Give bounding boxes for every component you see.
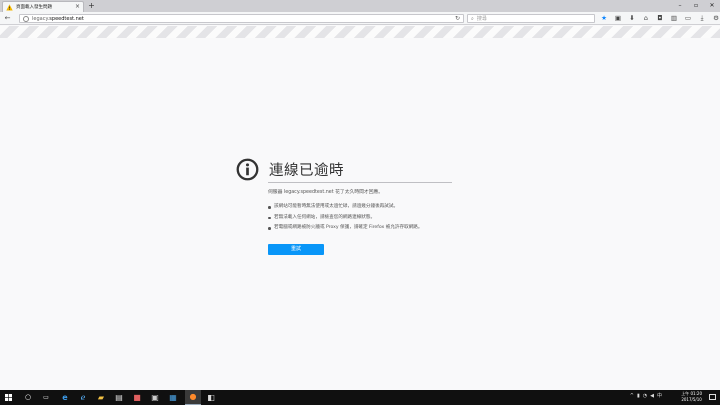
search-bar[interactable]: ⌕ 搜尋 (467, 14, 595, 23)
reload-icon[interactable]: ↻ (455, 15, 460, 23)
url-prefix: legacy. (32, 15, 50, 22)
search-placeholder: 搜尋 (476, 16, 487, 22)
title-divider (268, 182, 452, 183)
bullet-icon (268, 216, 271, 219)
clock-date: 2017/5/10 (681, 397, 702, 402)
system-tray: ^ ▮ ◔ ◀ 中 (630, 392, 662, 400)
synced-tabs-icon[interactable]: ▭ (683, 14, 693, 23)
library-icon[interactable]: ⤓ (697, 14, 707, 23)
tab-close-icon[interactable]: × (75, 4, 80, 10)
notifications-icon[interactable] (709, 394, 716, 400)
tab-strip: 頁面載入發生問題 × + – ▫ ✕ (0, 0, 720, 12)
search-icon: ⌕ (471, 15, 474, 22)
store-icon[interactable]: ▤ (111, 390, 127, 405)
tab-active[interactable]: 頁面載入發生問題 × (2, 1, 84, 12)
clipboard-icon[interactable]: ▣ (613, 14, 623, 23)
bullet-icon (268, 227, 271, 230)
ie-icon[interactable]: ℯ (75, 390, 91, 405)
error-header: 連線已逾時 (236, 158, 456, 181)
app-icon[interactable]: ■ (129, 390, 145, 405)
toolbar-icons: ★ ▣ ⬇ ⌂ ◘ ▥ ▭ ⤓ ⚙ ≡ (599, 14, 720, 23)
url-domain: speedtest.net (49, 15, 84, 22)
warning-icon (6, 3, 13, 11)
firefox-taskbar-icon[interactable]: ● (185, 390, 201, 405)
list-item: 該網站可能暫時無法使用或太過忙碌，請過幾分鐘後再試試。 (268, 202, 468, 213)
download-icon[interactable]: ⬇ (627, 14, 637, 23)
home-icon[interactable]: ⌂ (641, 14, 651, 23)
error-description: 伺服器 legacy.speedtest.net 花了太久時間才回應。 (268, 190, 384, 195)
suggestion-text: 若電腦或網路被防火牆或 Proxy 保護，請確定 Firefox 被允許存取網路… (274, 225, 423, 230)
pocket-icon[interactable]: ◘ (655, 14, 665, 23)
app-icon[interactable]: ▣ (147, 390, 163, 405)
settings-icon[interactable]: ⚙ (711, 14, 720, 23)
ime-icon[interactable]: 中 (657, 392, 662, 399)
volume-icon[interactable]: ◀ (650, 393, 654, 399)
error-suggestions: 該網站可能暫時無法使用或太過忙碌，請過幾分鐘後再試試。 若無法載入任何網站，請檢… (268, 202, 468, 234)
search-taskbar-icon[interactable]: ○ (20, 390, 36, 405)
list-item: 若無法載入任何網站，請檢查您的網路連線狀態。 (268, 213, 468, 224)
network-icon[interactable]: ◔ (643, 393, 647, 399)
app-icon[interactable]: ◧ (203, 390, 219, 405)
bookmarks-icon[interactable]: ▥ (669, 14, 679, 23)
star-icon[interactable]: ★ (599, 14, 609, 23)
url-text: legacy.speedtest.net (32, 16, 84, 22)
clock[interactable]: 上午 01:20 2017/5/10 (681, 391, 702, 403)
close-window-button[interactable]: ✕ (704, 0, 720, 11)
retry-button[interactable]: 重試 (268, 244, 324, 255)
warning-stripes (0, 26, 720, 38)
task-view-icon[interactable]: ▭ (38, 390, 54, 405)
edge-icon[interactable]: e (57, 390, 73, 405)
battery-icon[interactable]: ▮ (637, 393, 640, 399)
start-button[interactable] (0, 390, 16, 405)
suggestion-text: 若無法載入任何網站，請檢查您的網路連線狀態。 (274, 214, 376, 220)
error-panel: 連線已逾時 伺服器 legacy.speedtest.net 花了太久時間才回應… (236, 158, 456, 255)
chevron-up-icon[interactable]: ^ (630, 393, 634, 399)
maximize-button[interactable]: ▫ (688, 0, 704, 11)
info-icon (236, 158, 259, 181)
app-icon[interactable]: ▦ (165, 390, 181, 405)
error-body: 伺服器 legacy.speedtest.net 花了太久時間才回應。 該網站可… (268, 188, 468, 234)
bullet-icon (268, 206, 271, 209)
url-bar[interactable]: legacy.speedtest.net ↻ (19, 14, 464, 23)
minimize-button[interactable]: – (672, 0, 688, 11)
suggestion-text: 該網站可能暫時無法使用或太過忙碌，請過幾分鐘後再試試。 (274, 204, 399, 209)
list-item: 若電腦或網路被防火牆或 Proxy 保護，請確定 Firefox 被允許存取網路… (268, 223, 468, 234)
tab-title: 頁面載入發生問題 (16, 5, 52, 10)
back-icon[interactable]: ← (3, 14, 12, 23)
file-explorer-icon[interactable]: ▰ (93, 390, 109, 405)
taskbar: ○ ▭ e ℯ ▰ ▤ ■ ▣ ▦ ● ◧ ^ ▮ ◔ ◀ 中 上午 01:20… (0, 390, 720, 405)
site-info-icon[interactable] (23, 15, 29, 22)
new-tab-button[interactable]: + (87, 1, 96, 10)
nav-toolbar: ← legacy.speedtest.net ↻ ⌕ 搜尋 ★ ▣ ⬇ ⌂ ◘ … (0, 12, 720, 25)
windows-logo-icon (4, 394, 12, 401)
error-title: 連線已逾時 (269, 163, 344, 179)
